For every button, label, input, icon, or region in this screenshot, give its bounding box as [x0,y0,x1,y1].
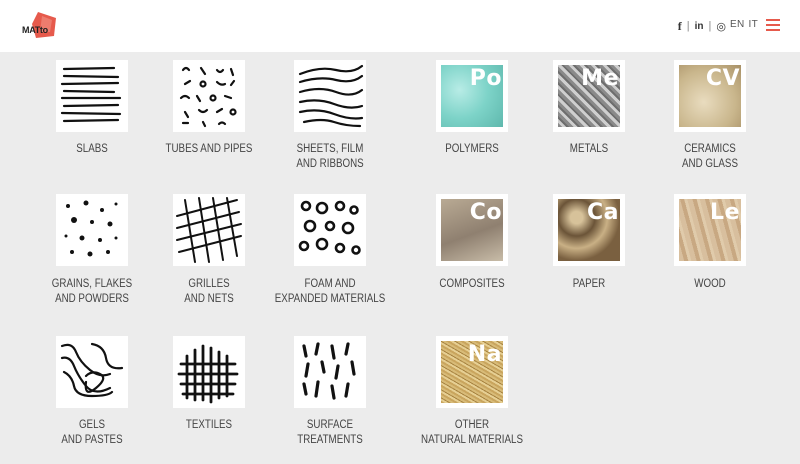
label-line-1: GRAINS, FLAKES [51,278,133,290]
form-label: SLABS [33,142,152,157]
label-line-2: NATURAL MATERIALS [421,434,523,446]
material-tile-natural[interactable]: Na [436,336,508,408]
form-tile-surface[interactable] [294,336,366,408]
surface-icon [302,342,356,400]
sheets-icon [298,64,364,128]
foam-icon [298,200,361,255]
label-line-1: CERAMICS [684,143,736,155]
slabs-icon [60,66,122,123]
form-tile-gels[interactable] [56,336,128,408]
instagram-icon[interactable]: ◎ [716,20,726,33]
label-line-1: SHEETS, FILM [296,143,364,155]
label-line-2: AND NETS [184,293,234,305]
material-label: WOOD [651,277,770,292]
label-line-1: WOOD [694,278,726,290]
material-symbol: Le [710,200,740,225]
facebook-icon[interactable]: f [678,19,682,34]
gels-icon [60,342,124,398]
form-tile-tubes[interactable] [173,60,245,132]
material-symbol: Co [469,200,502,225]
label-line-1: TEXTILES [185,419,233,431]
form-label: GELS AND PASTES [33,418,152,448]
site-header: MATto f | in | ◎ EN IT [0,0,800,52]
form-tile-grilles[interactable] [173,194,245,266]
label-line-1: GELS [78,419,106,431]
form-tile-slabs[interactable] [56,60,128,132]
label-line-1: TUBES AND PIPES [165,143,253,155]
material-symbol: Ca [587,200,619,225]
material-symbol: Me [581,66,619,91]
material-label: PAPER [530,277,649,292]
label-line-2: AND POWDERS [55,293,129,305]
form-tile-sheets[interactable] [294,60,366,132]
form-label: SHEETS, FILM AND RIBBONS [271,142,390,172]
form-label: TEXTILES [150,418,269,433]
label-line-2: TREATMENTS [297,434,363,446]
separator: | [686,20,690,32]
social-links: f | in | ◎ [678,18,726,34]
textiles-icon [177,344,239,404]
label-line-1: GRILLES [188,278,230,290]
label-line-2: AND GLASS [682,158,738,170]
label-line-1: SURFACE [306,419,354,431]
label-line-1: OTHER [454,419,490,431]
material-symbol: Na [467,342,502,367]
material-label: CERAMICS AND GLASS [651,142,770,172]
label-line-1: POLYMERS [445,143,499,155]
form-label: TUBES AND PIPES [150,142,269,157]
material-symbol: CV [705,66,740,91]
linkedin-icon[interactable]: in [695,21,704,32]
form-tile-textiles[interactable] [173,336,245,408]
form-tile-grains[interactable] [56,194,128,266]
material-label: OTHER NATURAL MATERIALS [413,418,532,448]
form-label: SURFACE TREATMENTS [271,418,390,448]
label-line-2: EXPANDED MATERIALS [274,293,386,305]
grilles-icon [176,197,242,263]
label-line-1: FOAM AND [304,278,356,290]
label-line-1: METALS [569,143,609,155]
form-tile-foam[interactable] [294,194,366,266]
hamburger-menu-icon[interactable] [766,19,780,31]
material-tile-wood[interactable]: Le [674,194,746,266]
material-label: COMPOSITES [413,277,532,292]
form-label: GRILLES AND NETS [150,277,269,307]
lang-it[interactable]: IT [749,19,759,30]
material-tile-ceramics[interactable]: CV [674,60,746,132]
lang-en[interactable]: EN [730,19,745,30]
separator: | [708,20,712,32]
language-switch: EN IT [730,19,758,30]
label-line-2: AND PASTES [61,434,123,446]
label-line-2: AND RIBBONS [296,158,364,170]
label-line-1: COMPOSITES [439,278,505,290]
logo-text: MATto [22,25,48,35]
tubes-icon [179,66,237,128]
material-label: POLYMERS [413,142,532,157]
material-label: METALS [530,142,649,157]
label-line-1: SLABS [76,143,108,155]
matto-logo[interactable]: MATto [22,10,62,42]
label-line-1: PAPER [572,278,606,290]
material-tile-polymers[interactable]: Po [436,60,508,132]
grains-icon [64,200,118,257]
material-tile-paper[interactable]: Ca [553,194,625,266]
material-tile-composites[interactable]: Co [436,194,508,266]
material-tile-metals[interactable]: Me [553,60,625,132]
form-label: FOAM AND EXPANDED MATERIALS [271,277,390,307]
form-label: GRAINS, FLAKES AND POWDERS [33,277,152,307]
material-symbol: Po [469,66,502,91]
